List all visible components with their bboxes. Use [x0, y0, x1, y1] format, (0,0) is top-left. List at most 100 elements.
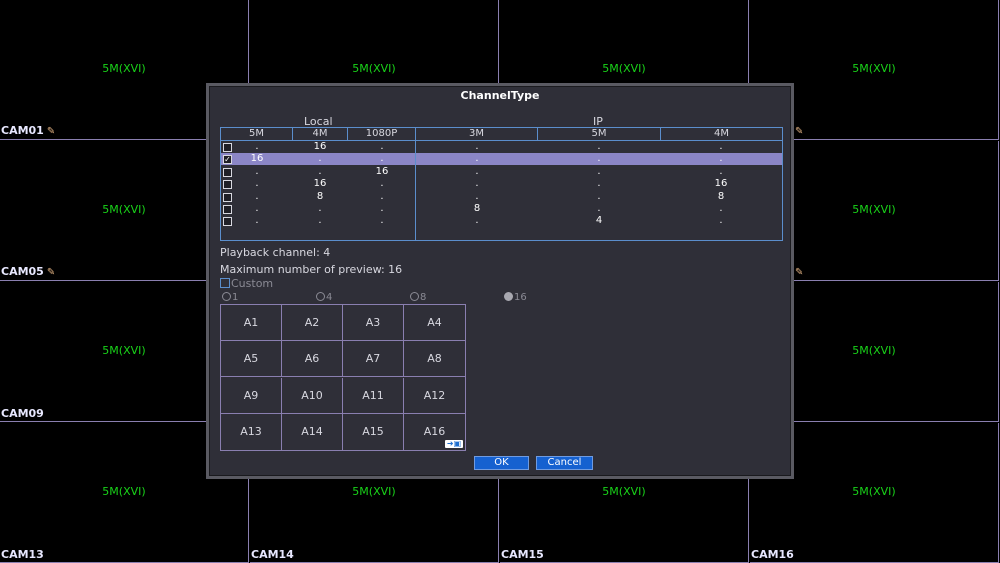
motion-detect-icon: ✎: [46, 267, 56, 278]
table-cell: .: [318, 153, 322, 165]
table-cell: .: [597, 178, 601, 190]
layout-radio[interactable]: 16: [504, 292, 527, 303]
preview-cell[interactable]: A11: [343, 377, 404, 414]
table-row[interactable]: . 16....: [221, 141, 782, 153]
preview-cell[interactable]: A6: [282, 341, 343, 378]
table-cell: .: [597, 165, 601, 177]
row-checkbox[interactable]: [223, 205, 232, 214]
table-cell: 8: [473, 203, 481, 214]
radio-icon[interactable]: [410, 292, 419, 301]
column-header: 1080P: [348, 128, 416, 141]
table-cell: .: [255, 141, 259, 152]
table-cell: .: [255, 178, 259, 190]
table-cell: 16: [714, 178, 728, 190]
radio-icon[interactable]: [316, 292, 325, 301]
table-cell: .: [719, 153, 723, 165]
layout-radio[interactable]: 1: [222, 292, 238, 303]
table-row[interactable]: . 16... 16: [221, 178, 782, 190]
preview-cell[interactable]: A10: [282, 377, 343, 414]
preview-cell[interactable]: A5: [221, 341, 282, 378]
row-checkbox[interactable]: ✓: [223, 155, 232, 165]
table-row[interactable]: .... 4.: [221, 215, 782, 227]
local-ip-divider: [415, 141, 416, 240]
table-row[interactable]: ... 8..: [221, 203, 782, 215]
table-cell: .: [255, 215, 259, 227]
preview-cell[interactable]: A4: [404, 305, 465, 341]
camera-name-text: CAM14: [251, 548, 294, 561]
motion-detect-icon: ✎: [795, 267, 804, 278]
camera-name: CAM05 ✎: [1, 266, 55, 279]
dialog-title: ChannelType: [460, 89, 540, 102]
camera-resolution: 5M(XVI): [852, 62, 896, 75]
table-cell: .: [380, 203, 384, 214]
camera-name-text: CAM09: [1, 407, 44, 420]
preview-cell[interactable]: A9: [221, 377, 282, 414]
camera-name: CAM01 ✎: [1, 125, 55, 138]
camera-name: CAM14: [251, 549, 294, 561]
row-checkbox[interactable]: [223, 143, 232, 152]
row-checkbox[interactable]: [223, 217, 232, 227]
table-row[interactable]: .. 16...: [221, 166, 782, 178]
layout-radio[interactable]: 8: [410, 292, 426, 303]
preview-cell[interactable]: A13: [221, 413, 282, 450]
ok-button[interactable]: OK: [474, 456, 529, 470]
table-cell: .: [255, 203, 259, 214]
camera-resolution: 5M(XVI): [102, 62, 146, 75]
table-cell: .: [475, 165, 479, 177]
radio-label: 4: [326, 292, 333, 303]
camera-resolution: 5M(XVI): [852, 485, 896, 498]
row-checkbox[interactable]: [223, 180, 232, 190]
custom-label: Custom: [231, 277, 274, 290]
table-cell: .: [719, 165, 723, 177]
table-cell: .: [719, 203, 723, 214]
table-cell: 16: [313, 178, 327, 190]
column-header: 4M: [661, 128, 782, 141]
table-cell: 4: [595, 215, 603, 227]
radio-label: 1: [232, 292, 239, 303]
checkbox-icon[interactable]: [220, 278, 230, 288]
table-cell: .: [318, 203, 322, 214]
preview-cell[interactable]: A2: [282, 305, 343, 341]
table-row[interactable]: ✓ 16.....: [221, 153, 782, 166]
preview-layout-grid: A1 A2 A3 A4 A5 A6 A7 A8 A9 A10 A11 A12 A13 A14 A15 A16 …: [220, 304, 466, 451]
row-checkbox[interactable]: [223, 167, 232, 177]
table-cell: 16: [313, 141, 327, 152]
arrow-swap-icon[interactable]: ➜▣: [445, 440, 463, 448]
table-cell: .: [475, 141, 479, 152]
preview-cell[interactable]: A12: [404, 378, 465, 414]
preview-cell[interactable]: A1: [221, 305, 282, 341]
table-cell: 8: [316, 190, 324, 202]
table-row[interactable]: . 8... 8: [221, 191, 782, 203]
custom-checkbox[interactable]: Custom: [220, 277, 273, 290]
radio-icon[interactable]: [222, 292, 231, 301]
motion-detect-icon: ✎: [46, 126, 56, 137]
camera-name-text: CAM15: [501, 548, 544, 561]
cancel-button[interactable]: Cancel: [536, 456, 593, 470]
table-cell: .: [597, 153, 601, 165]
table-cell: .: [475, 153, 479, 165]
table-cell: .: [719, 215, 723, 227]
camera-resolution: 5M(XVI): [352, 62, 396, 75]
table-cell: .: [380, 178, 384, 190]
table-cell: .: [318, 215, 322, 227]
table-cell: .: [475, 215, 479, 227]
preview-cell[interactable]: A14: [282, 413, 343, 450]
table-cell: .: [255, 165, 259, 177]
layout-radio[interactable]: 4: [316, 292, 332, 303]
preview-cell[interactable]: A7: [343, 341, 404, 378]
radio-icon[interactable]: [504, 292, 513, 301]
camera-resolution: 5M(XVI): [102, 485, 146, 498]
camera-name: CAM13: [1, 549, 44, 561]
table-cell: .: [380, 215, 384, 227]
table-cell: .: [380, 141, 384, 152]
preview-cell[interactable]: A3: [343, 305, 404, 341]
row-checkbox[interactable]: [223, 192, 232, 202]
camera-resolution: 5M(XVI): [602, 485, 646, 498]
table-cell: .: [380, 190, 384, 202]
preview-cell[interactable]: A8: [404, 341, 465, 378]
channel-type-dialog: ChannelType Local IP 5M 4M 1080P 3M 5M 4…: [206, 83, 794, 479]
radio-label: 16: [514, 292, 527, 303]
preview-cell[interactable]: A15: [343, 413, 404, 450]
camera-resolution: 5M(XVI): [602, 62, 646, 75]
camera-name-text: CAM16: [751, 548, 794, 561]
